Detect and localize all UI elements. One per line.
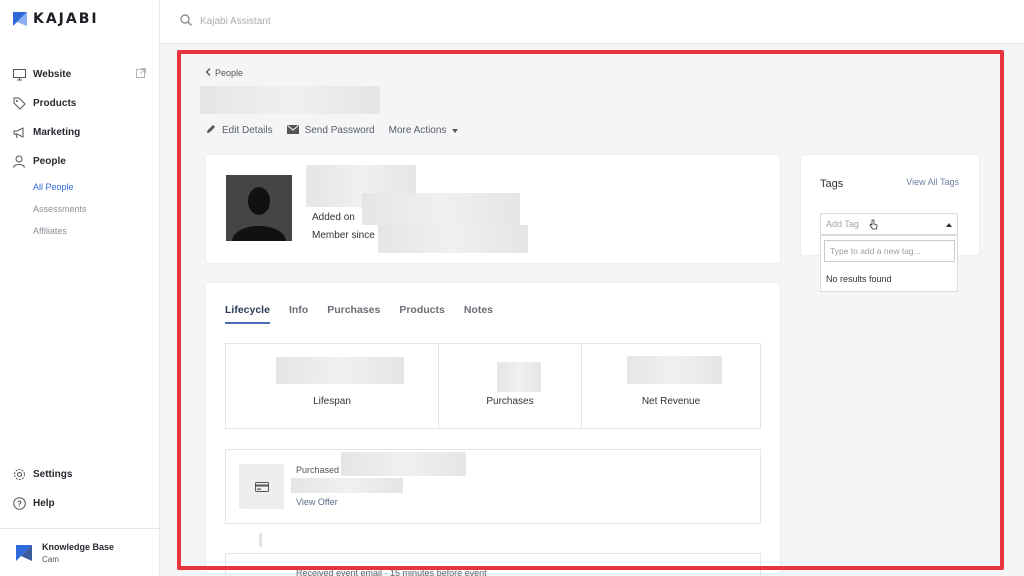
sidebar-item-label: Website [33,69,72,80]
main-nav: Website Products Marketing People All Pe… [0,60,160,242]
bottom-nav: Settings ? Help [0,460,160,518]
added-on-label: Added on [312,212,355,223]
svg-text:?: ? [17,499,22,508]
sidebar-item-website[interactable]: Website [0,60,160,89]
more-actions-dropdown[interactable]: More Actions [389,125,459,136]
member-since-text: Member since [312,230,375,241]
sidebar-item-label: Settings [33,469,73,480]
sidebar-item-marketing[interactable]: Marketing [0,118,160,147]
tab-info[interactable]: Info [289,304,308,324]
stat-label: Lifespan [313,396,351,407]
send-password-label: Send Password [304,125,375,136]
sidebar-subitem-all-people[interactable]: All People [0,176,160,198]
add-tag-placeholder: Add Tag [826,219,859,229]
view-offer-link[interactable]: View Offer [296,497,338,507]
sidebar-subitem-assessments[interactable]: Assessments [0,198,160,220]
monitor-icon [12,68,26,82]
chevron-left-icon [205,68,211,78]
tags-title: Tags [820,178,844,190]
breadcrumb-back-link[interactable]: People [205,68,243,78]
caret-down-icon [452,125,459,136]
tag-dropdown: No results found [820,235,958,292]
purchase-entry: Purchased View Offer [225,449,761,524]
account-user-name: Cam [42,554,59,564]
profile-card: Added on Member since [206,155,780,263]
person-silhouette-icon [226,175,292,241]
stat-value-redacted [276,357,404,384]
stat-label: Net Revenue [641,396,701,407]
lifecycle-card: Lifecycle Info Purchases Products Notes … [206,283,780,576]
person-name-redacted [200,86,380,114]
stat-purchases: Purchases [439,344,582,428]
edit-details-label: Edit Details [222,125,273,136]
event-text: Received event email · 15 minutes before… [296,568,487,576]
sidebar-item-help[interactable]: ? Help [0,489,160,518]
stat-net-revenue: Net Revenue [582,344,760,428]
stats-row: Lifespan Purchases Net Revenue [225,343,761,429]
sidebar-item-label: People [33,156,66,167]
external-link-icon[interactable] [136,68,146,81]
timeline-connector [259,533,262,547]
stat-label: Purchases [486,396,534,407]
sidebar-item-products[interactable]: Products [0,89,160,118]
knowledge-base-title: Knowledge Base [42,541,115,552]
view-all-tags-link[interactable]: View All Tags [906,177,959,187]
purchased-label: Purchased [296,465,340,475]
purchase-details-redacted [341,452,466,476]
send-password-button[interactable]: Send Password [286,124,375,137]
sidebar-item-settings[interactable]: Settings [0,460,160,489]
tab-purchases[interactable]: Purchases [327,304,380,324]
knowledge-base[interactable]: Knowledge Base Cam [0,528,160,576]
caret-up-icon [946,223,952,227]
person-icon [12,155,26,169]
envelope-icon [286,124,299,137]
sidebar-item-people[interactable]: People [0,147,160,176]
tag-icon [12,97,26,111]
offer-name-redacted [291,478,403,493]
added-date-redacted [362,193,520,225]
sidebar-item-label: Help [33,498,55,509]
stat-lifespan: Lifespan [226,344,439,428]
stat-value-redacted [497,362,541,392]
gear-icon [12,468,26,482]
stat-value-redacted [627,356,722,384]
added-on-text: Added on [312,212,355,223]
person-actions: Edit Details Send Password More Actions [206,124,472,137]
member-since-label: Member since [312,230,375,241]
sidebar-item-label: Products [33,98,77,109]
pencil-icon [206,124,216,137]
kajabi-logo[interactable]: KAJABI [13,11,99,27]
tab-lifecycle[interactable]: Lifecycle [225,304,270,324]
tab-notes[interactable]: Notes [464,304,493,324]
search-icon [180,14,192,29]
add-tag-select[interactable]: Add Tag [820,213,958,235]
sidebar-item-label: Marketing [33,127,81,138]
breadcrumb-label: People [215,68,244,78]
new-tag-input[interactable] [824,240,955,262]
more-actions-label: More Actions [388,125,447,136]
credit-card-icon [239,464,284,509]
member-since-redacted [378,225,528,253]
kajabi-logo-icon [13,12,27,26]
person-tabs: Lifecycle Info Purchases Products Notes [225,304,493,324]
sidebar-subitem-affiliates[interactable]: Affiliates [0,220,160,242]
kajabi-k-icon [16,544,32,561]
event-entry: Received event email · 15 minutes before… [225,553,761,576]
cursor-hand-icon [869,219,878,232]
edit-details-button[interactable]: Edit Details [206,124,273,137]
help-icon: ? [12,497,26,511]
search-input[interactable] [200,16,400,27]
avatar [226,175,292,241]
no-results-text: No results found [826,274,892,284]
megaphone-icon [12,126,26,140]
brand-name: KAJABI [33,11,99,27]
sidebar: KAJABI Website Products Marketing People… [0,0,160,576]
tab-products[interactable]: Products [399,304,445,324]
top-bar [160,0,1024,44]
